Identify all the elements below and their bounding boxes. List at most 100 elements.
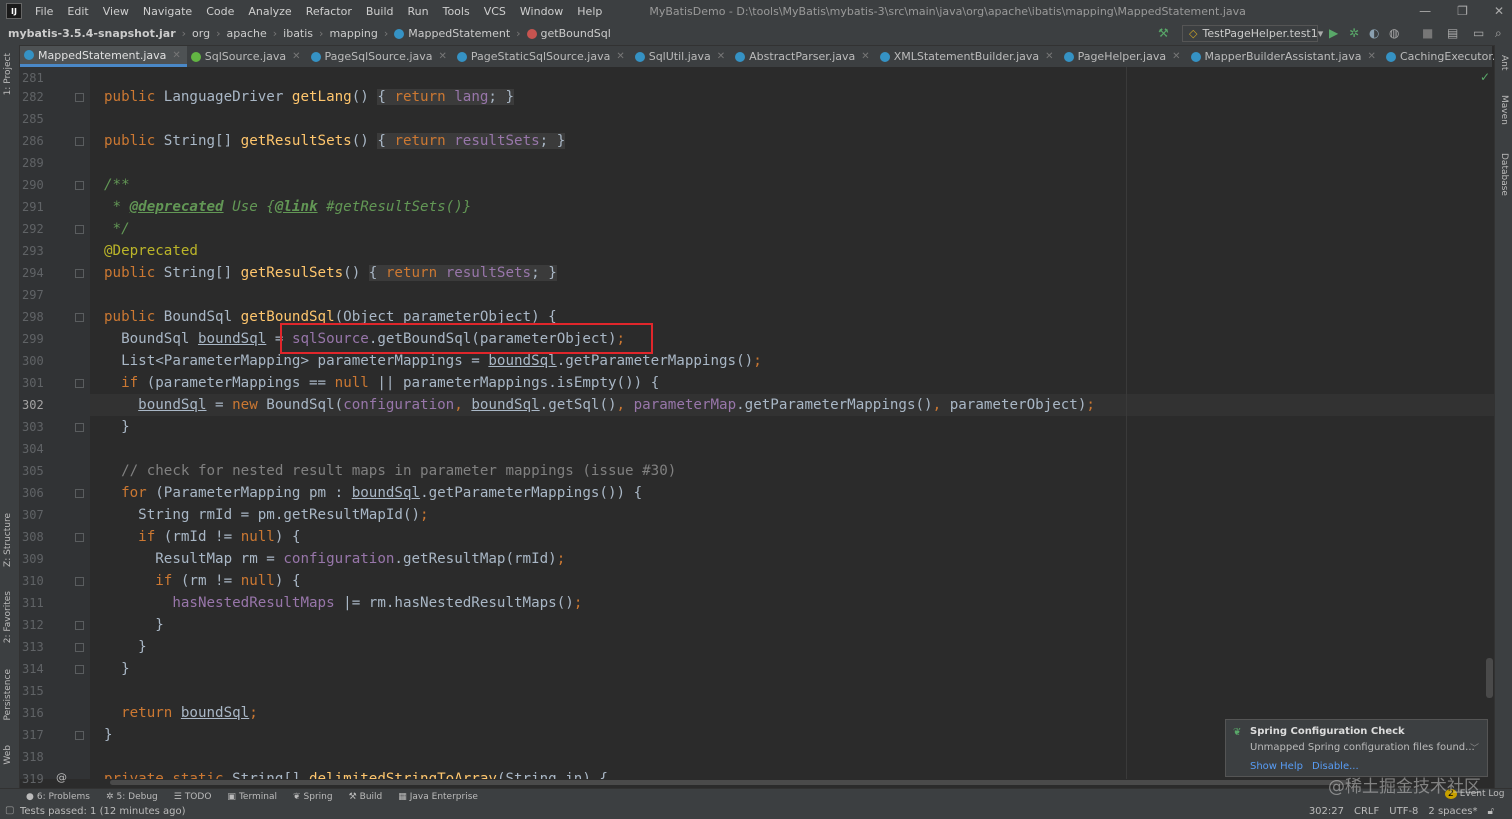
- tool-window-persistence[interactable]: Persistence: [3, 669, 13, 720]
- menu-view[interactable]: View: [96, 5, 136, 18]
- tool-window-database[interactable]: Database: [1499, 153, 1509, 196]
- close-tab-icon[interactable]: ✕: [292, 51, 300, 62]
- close-tab-icon[interactable]: ✕: [717, 51, 725, 62]
- menu-run[interactable]: Run: [401, 5, 436, 18]
- vertical-scrollbar-thumb[interactable]: [1486, 658, 1493, 698]
- fold-toggle-icon[interactable]: [75, 181, 84, 190]
- fold-toggle-icon[interactable]: [75, 313, 84, 322]
- horizontal-scrollbar-thumb[interactable]: [110, 780, 1350, 785]
- close-icon[interactable]: ✕: [1494, 4, 1504, 18]
- fold-toggle-icon[interactable]: [75, 731, 84, 740]
- fold-toggle-icon[interactable]: [75, 621, 84, 630]
- run-icon[interactable]: ▶: [1329, 26, 1338, 40]
- breadcrumb-apache[interactable]: apache: [224, 27, 268, 40]
- fold-toggle-icon[interactable]: [75, 269, 84, 278]
- lock-icon[interactable]: 🔓︎: [1488, 806, 1494, 817]
- tool-window-project[interactable]: 1: Project: [3, 53, 13, 95]
- horizontal-scrollbar[interactable]: [90, 779, 1490, 787]
- close-tab-icon[interactable]: ✕: [172, 50, 180, 61]
- fold-toggle-icon[interactable]: [75, 225, 84, 234]
- tab-pagestaticsqlsource[interactable]: PageStaticSqlSource.java ✕: [453, 46, 631, 67]
- fold-toggle-icon[interactable]: [75, 533, 84, 542]
- menu-edit[interactable]: Edit: [60, 5, 95, 18]
- breadcrumb-ibatis[interactable]: ibatis: [281, 27, 315, 40]
- tool-tab-spring[interactable]: ❦ Spring: [293, 792, 333, 802]
- tool-window-web[interactable]: Web: [3, 745, 13, 765]
- close-tab-icon[interactable]: ✕: [616, 51, 624, 62]
- tab-pagehelper[interactable]: PageHelper.java ✕: [1060, 46, 1187, 67]
- tool-tab-todo[interactable]: ☰ TODO: [174, 792, 212, 802]
- close-tab-icon[interactable]: ✕: [1172, 51, 1180, 62]
- disable-link[interactable]: Disable...: [1312, 761, 1359, 772]
- caret-position[interactable]: 302:27: [1309, 806, 1344, 817]
- menu-window[interactable]: Window: [513, 5, 570, 18]
- tab-abstractparser[interactable]: AbstractParser.java ✕: [731, 46, 876, 67]
- close-tab-icon[interactable]: ✕: [1368, 51, 1376, 62]
- tab-xmlstatementbuilder[interactable]: XMLStatementBuilder.java ✕: [876, 46, 1060, 67]
- fold-toggle-icon[interactable]: [75, 577, 84, 586]
- code-editor[interactable]: public LanguageDriver getLang() { return…: [90, 67, 1494, 779]
- run-configuration-select[interactable]: ◇ TestPageHelper.test1 ▾: [1182, 25, 1323, 42]
- tool-window-ant[interactable]: Ant: [1499, 55, 1509, 70]
- fold-toggle-icon[interactable]: [75, 379, 84, 388]
- breadcrumb-jar[interactable]: mybatis-3.5.4-snapshot.jar: [0, 27, 178, 40]
- fold-toggle-icon[interactable]: [75, 643, 84, 652]
- stop-icon[interactable]: ■: [1422, 26, 1433, 40]
- tool-tab-build[interactable]: ⚒ Build: [349, 792, 383, 802]
- breadcrumb-mapping[interactable]: mapping: [327, 27, 379, 40]
- class-icon: [879, 51, 890, 62]
- tool-tab-terminal[interactable]: ▣ Terminal: [227, 792, 277, 802]
- maximize-icon[interactable]: ❐: [1457, 4, 1468, 18]
- override-marker-icon[interactable]: @: [56, 771, 67, 784]
- menu-code[interactable]: Code: [199, 5, 241, 18]
- line-separator[interactable]: CRLF: [1354, 806, 1379, 817]
- close-tab-icon[interactable]: ✕: [1045, 51, 1053, 62]
- build-hammer-icon[interactable]: ⚒: [1158, 26, 1169, 40]
- toggle-tool-windows-icon[interactable]: ▢: [5, 805, 14, 816]
- fold-toggle-icon[interactable]: [75, 423, 84, 432]
- project-structure-icon[interactable]: ▤: [1447, 26, 1458, 40]
- show-help-link[interactable]: Show Help: [1250, 761, 1303, 772]
- tab-cachingexecutor[interactable]: CachingExecutor.java✕: [1382, 46, 1512, 67]
- tab-sqlutil[interactable]: SqlUtil.java ✕: [631, 46, 731, 67]
- close-tab-icon[interactable]: ✕: [861, 51, 869, 62]
- profiler-icon[interactable]: ◍: [1389, 26, 1399, 40]
- debug-icon[interactable]: ✲: [1349, 26, 1359, 40]
- layout-icon[interactable]: ▭: [1473, 26, 1484, 40]
- menu-vcs[interactable]: VCS: [477, 5, 513, 18]
- tab-mapperbuilderassistant[interactable]: MapperBuilderAssistant.java ✕: [1187, 46, 1382, 67]
- fold-toggle-icon[interactable]: [75, 489, 84, 498]
- tab-pagesqlsource[interactable]: PageSqlSource.java ✕: [307, 46, 453, 67]
- file-encoding[interactable]: UTF-8: [1389, 806, 1418, 817]
- tab-sqlsource[interactable]: SqlSource.java ✕: [187, 46, 307, 67]
- breadcrumb-class[interactable]: MappedStatement: [392, 27, 512, 40]
- minimize-icon[interactable]: —: [1419, 4, 1431, 18]
- tool-window-structure[interactable]: Z: Structure: [3, 513, 13, 567]
- menu-navigate[interactable]: Navigate: [136, 5, 199, 18]
- fold-toggle-icon[interactable]: [75, 137, 84, 146]
- breadcrumb-method[interactable]: getBoundSql: [525, 27, 613, 40]
- menu-analyze[interactable]: Analyze: [241, 5, 298, 18]
- code-line: for (ParameterMapping pm : boundSql.getP…: [121, 485, 643, 501]
- tool-tab-java-enterprise[interactable]: ▦ Java Enterprise: [398, 792, 478, 802]
- search-icon[interactable]: ⌕: [1495, 26, 1502, 41]
- menu-file[interactable]: File: [28, 5, 60, 18]
- tool-window-maven[interactable]: Maven: [1499, 95, 1509, 125]
- menu-help[interactable]: Help: [570, 5, 609, 18]
- tool-window-favorites[interactable]: 2: Favorites: [3, 591, 13, 643]
- tab-mappedstatement[interactable]: MappedStatement.java ✕: [20, 46, 187, 67]
- coverage-icon[interactable]: ◐: [1369, 26, 1379, 40]
- close-tab-icon[interactable]: ✕: [439, 51, 447, 62]
- menu-tools[interactable]: Tools: [436, 5, 477, 18]
- tool-tab-debug[interactable]: ✲ 5: Debug: [106, 792, 158, 802]
- chevron-right-icon: ›: [181, 27, 187, 40]
- chevron-down-icon[interactable]: ﹀: [1470, 741, 1479, 754]
- fold-toggle-icon[interactable]: [75, 93, 84, 102]
- breadcrumb-org[interactable]: org: [190, 27, 212, 40]
- indent-setting[interactable]: 2 spaces*: [1428, 806, 1477, 817]
- tool-tab-problems[interactable]: ● 6: Problems: [26, 792, 90, 802]
- menu-refactor[interactable]: Refactor: [299, 5, 359, 18]
- inspection-ok-icon[interactable]: ✓: [1480, 70, 1490, 84]
- menu-build[interactable]: Build: [359, 5, 401, 18]
- fold-toggle-icon[interactable]: [75, 665, 84, 674]
